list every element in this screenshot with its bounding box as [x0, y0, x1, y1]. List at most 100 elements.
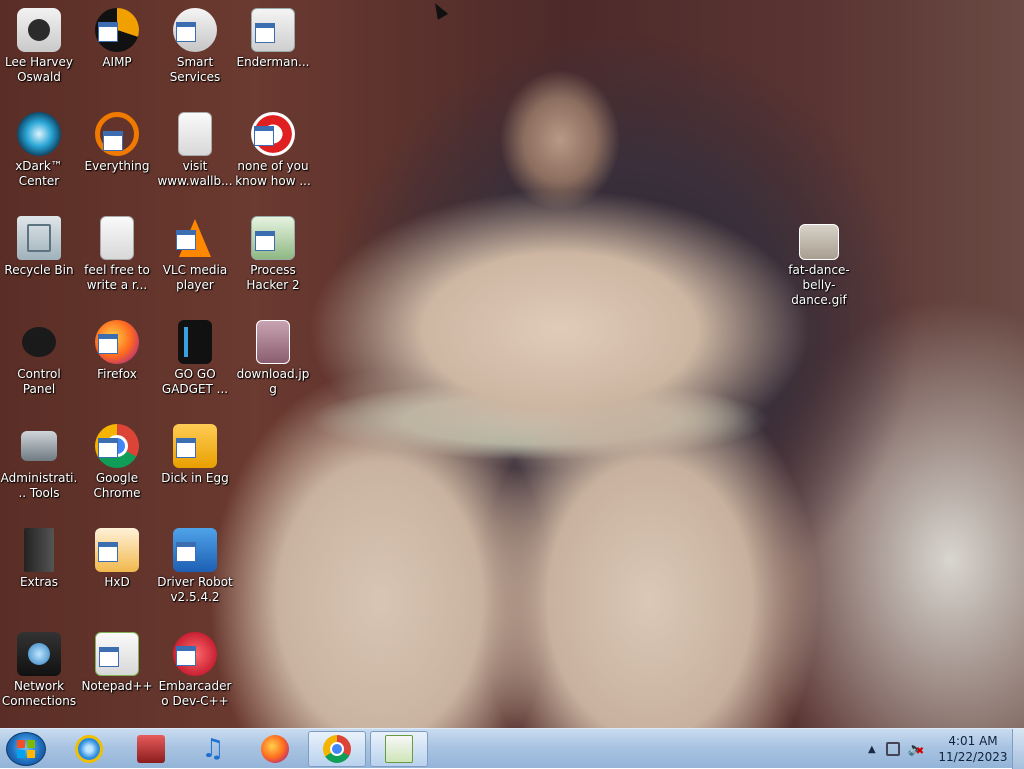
icon-label: Lee Harvey Oswald: [5, 55, 73, 84]
jpg-image-icon: [256, 320, 290, 364]
admin-tools-icon: [17, 424, 61, 468]
network-icon: [17, 632, 61, 676]
desktop-icon-none-of-you[interactable]: none of you know how ...: [234, 112, 312, 189]
desktop-icon-control-panel[interactable]: Control Panel: [0, 320, 78, 397]
taskbar-clock[interactable]: 4:01 AM 11/22/2023: [938, 733, 1008, 765]
desktop-icon-extras[interactable]: Extras: [0, 528, 78, 590]
folder-icon: [24, 528, 54, 572]
desktop-icon-recycle-bin[interactable]: Recycle Bin: [0, 216, 78, 278]
desktop-icon-vlc[interactable]: VLC media player: [156, 216, 234, 293]
taskbar: ♫ ▲ 🔈 ✖ 4:01 AM 11/22/2023: [0, 728, 1024, 769]
icon-label: Dick in Egg: [161, 471, 229, 485]
desktop-icon-hxd[interactable]: HxD: [78, 528, 156, 590]
desktop-icon-smart-services[interactable]: Smart Services: [156, 8, 234, 85]
desktop-icon-notepad-plus-plus[interactable]: Notepad++: [78, 632, 156, 694]
window-icon: [251, 8, 295, 52]
desktop-icon-firefox[interactable]: Firefox: [78, 320, 156, 382]
everything-search-icon: [95, 112, 139, 156]
icon-label: GO GO GADGET ...: [161, 367, 229, 396]
notepad-plus-plus-icon: [95, 632, 139, 676]
desktop-icon-visit-wallb[interactable]: visit www.wallb...: [156, 112, 234, 189]
mouse-cursor: [429, 0, 449, 20]
text-document-icon: [100, 216, 134, 260]
icon-label: feel free to write a r...: [84, 263, 150, 292]
icon-label: VLC media player: [162, 263, 228, 292]
desktop-icon-go-go-gadget[interactable]: GO GO GADGET ...: [156, 320, 234, 397]
vlc-cone-icon: [173, 216, 217, 260]
desktop-icon-enderman[interactable]: Enderman...: [234, 8, 312, 70]
desktop-icon-xdark-center[interactable]: xDark™ Center: [0, 112, 78, 189]
chrome-icon: [95, 424, 139, 468]
text-document-icon: [178, 112, 212, 156]
chrome-icon: [323, 735, 351, 763]
icon-label: Extras: [20, 575, 58, 589]
icon-label: Embarcadero Dev-C++: [158, 679, 232, 708]
desktop-icon-dick-in-egg[interactable]: Dick in Egg: [156, 424, 234, 486]
black-device-icon: [178, 320, 212, 364]
media-center-icon: [137, 735, 165, 763]
icon-label: download.jpg: [236, 367, 310, 396]
desktop-icon-download-jpg[interactable]: download.jpg: [234, 320, 312, 397]
gears-icon: [173, 8, 217, 52]
internet-explorer-icon: [75, 735, 103, 763]
desktop-icon-fat-dance-gif[interactable]: fat-dance-belly-dance.gif: [780, 224, 858, 308]
desktop-icon-aimp[interactable]: AIMP: [78, 8, 156, 70]
driver-robot-icon: [173, 528, 217, 572]
show-desktop-button[interactable]: [1012, 729, 1024, 769]
show-hidden-icons-arrow-icon[interactable]: ▲: [868, 744, 876, 755]
devcpp-icon: [173, 632, 217, 676]
icon-label: Smart Services: [169, 55, 221, 84]
icon-label: Driver Robot v2.5.4.2: [157, 575, 233, 604]
recycle-bin-icon: [17, 216, 61, 260]
desktop-icon-google-chrome[interactable]: Google Chrome: [78, 424, 156, 501]
windows-flag-icon: [17, 740, 35, 758]
firefox-icon: [261, 735, 289, 763]
aimp-icon: [95, 8, 139, 52]
hxd-icon: [95, 528, 139, 572]
desktop-icon-dev-cpp[interactable]: Embarcadero Dev-C++: [156, 632, 234, 709]
icon-label: Google Chrome: [93, 471, 141, 500]
desktop-icon-driver-robot[interactable]: Driver Robot v2.5.4.2: [156, 528, 234, 605]
start-button[interactable]: [6, 732, 46, 766]
firefox-icon: [95, 320, 139, 364]
system-tray: ▲ 🔈 ✖: [868, 729, 924, 769]
icon-label: Network Connections: [1, 679, 77, 708]
icon-label: Everything: [84, 159, 150, 173]
taskbar-media-center[interactable]: [122, 731, 180, 767]
gif-image-icon: [799, 224, 839, 260]
volume-muted-icon[interactable]: 🔈 ✖: [908, 742, 924, 757]
control-panel-icon: [17, 320, 61, 364]
desktop: Lee Harvey Oswald xDark™ Center Recycle …: [0, 0, 1024, 728]
clock-time: 4:01 AM: [948, 734, 998, 748]
icon-label: Firefox: [97, 367, 137, 381]
egg-app-icon: [173, 424, 217, 468]
taskbar-internet-explorer[interactable]: [60, 731, 118, 767]
taskbar-notepad-plus-plus[interactable]: [370, 731, 428, 767]
icon-label: visit www.wallb...: [157, 159, 233, 188]
desktop-icon-administrative-tools[interactable]: Administrati... Tools: [0, 424, 78, 501]
network-tray-icon[interactable]: [885, 742, 900, 756]
icon-label: Process Hacker 2: [246, 263, 300, 292]
anime-character-icon: [17, 8, 61, 52]
desktop-icon-everything[interactable]: Everything: [78, 112, 156, 174]
desktop-icon-feel-free[interactable]: feel free to write a r...: [78, 216, 156, 293]
icon-label: fat-dance-belly-dance.gif: [788, 263, 850, 307]
icon-label: Enderman...: [236, 55, 310, 69]
music-note-icon: ♫: [201, 734, 225, 764]
red-swirl-icon: [251, 112, 295, 156]
desktop-icon-lee-harvey-oswald[interactable]: Lee Harvey Oswald: [0, 8, 78, 85]
taskbar-itunes[interactable]: ♫: [184, 731, 242, 767]
icon-label: HxD: [104, 575, 130, 589]
desktop-icon-process-hacker[interactable]: Process Hacker 2: [234, 216, 312, 293]
icon-label: AIMP: [102, 55, 132, 69]
taskbar-chrome[interactable]: [308, 731, 366, 767]
taskbar-firefox[interactable]: [246, 731, 304, 767]
desktop-icon-network-connections[interactable]: Network Connections: [0, 632, 78, 709]
icon-label: none of you know how ...: [235, 159, 311, 188]
notepad-plus-plus-icon: [385, 735, 413, 763]
icon-label: Control Panel: [17, 367, 61, 396]
xdark-icon: [17, 112, 61, 156]
icon-label: Notepad++: [81, 679, 153, 693]
icon-label: Recycle Bin: [4, 263, 74, 277]
icon-label: xDark™ Center: [15, 159, 63, 188]
